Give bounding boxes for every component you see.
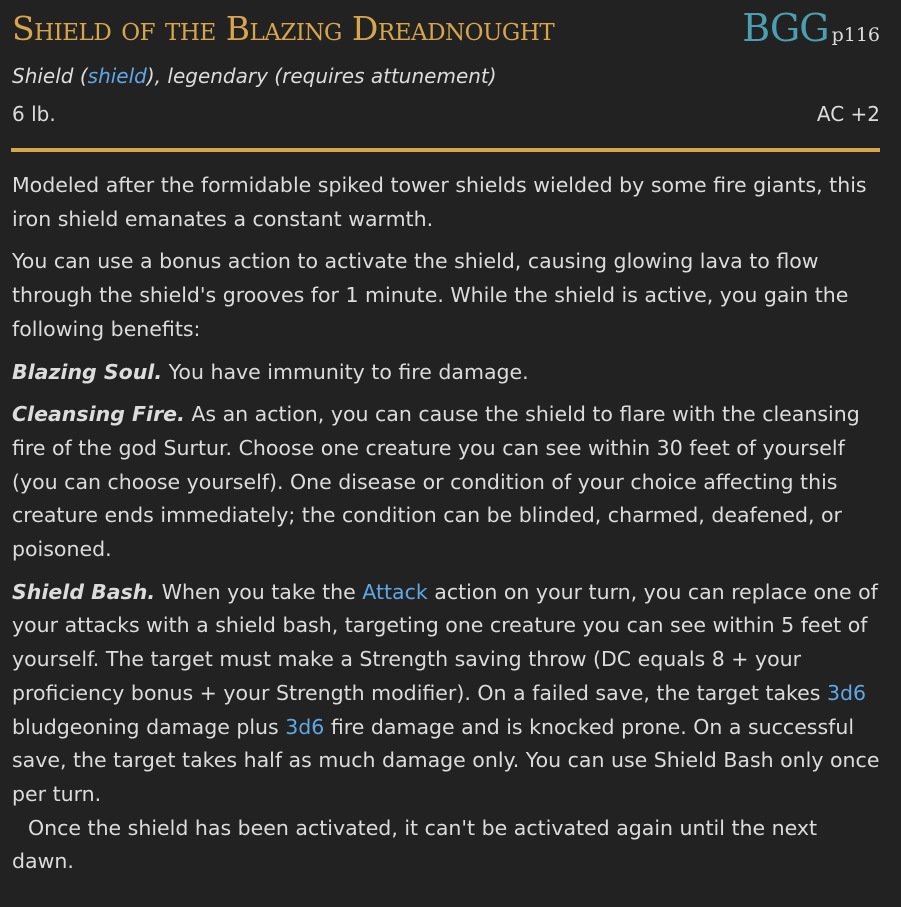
blazing-soul-paragraph: Blazing Soul. You have immunity to fire …	[12, 356, 885, 390]
recharge-text: Once the shield has been activated, it c…	[12, 815, 818, 874]
blazing-soul-name: Blazing Soul.	[12, 359, 163, 384]
dice-roll-bludgeoning[interactable]: 3d6	[827, 681, 866, 705]
dice-roll-fire[interactable]: 3d6	[285, 715, 324, 739]
cleansing-fire-paragraph: Cleansing Fire. As an action, you can ca…	[12, 398, 885, 567]
source-citation[interactable]: BGG p116	[742, 6, 880, 50]
shield-bash-name: Shield Bash.	[12, 579, 156, 604]
header-divider	[11, 148, 880, 152]
item-title: Shield of the Blazing Dreadnought	[12, 9, 555, 48]
blazing-soul-text: You have immunity to fire damage.	[162, 359, 529, 384]
shield-bash-text-a: When you take the	[155, 579, 363, 604]
item-ac-bonus: AC +2	[816, 102, 880, 126]
type-prefix: Shield (	[12, 64, 88, 88]
type-suffix: ), legendary (requires attunement)	[146, 64, 497, 88]
recharge-paragraph: Once the shield has been activated, it c…	[12, 812, 885, 879]
item-card: Shield of the Blazing Dreadnought BGG p11…	[0, 0, 901, 907]
item-weight: 6 lb.	[12, 102, 56, 126]
source-page: p116	[831, 24, 880, 46]
item-stats-row: 6 lb. AC +2	[12, 102, 880, 128]
item-description: Modeled after the formidable spiked towe…	[12, 169, 885, 888]
title-row: Shield of the Blazing Dreadnought BGG p11…	[11, 0, 880, 58]
shield-type-link[interactable]: shield	[88, 64, 147, 88]
cleansing-fire-name: Cleansing Fire.	[12, 402, 185, 427]
shield-bash-paragraph: Shield Bash. When you take the Attack ac…	[12, 576, 885, 812]
source-abbreviation[interactable]: BGG	[742, 6, 829, 50]
activation-paragraph: You can use a bonus action to activate t…	[12, 249, 849, 341]
item-type-rarity: Shield (shield), legendary (requires att…	[12, 64, 497, 88]
shield-bash-text-c: bludgeoning damage plus	[12, 714, 286, 739]
attack-action-link[interactable]: Attack	[362, 580, 427, 604]
intro-paragraph: Modeled after the formidable spiked towe…	[12, 173, 867, 231]
